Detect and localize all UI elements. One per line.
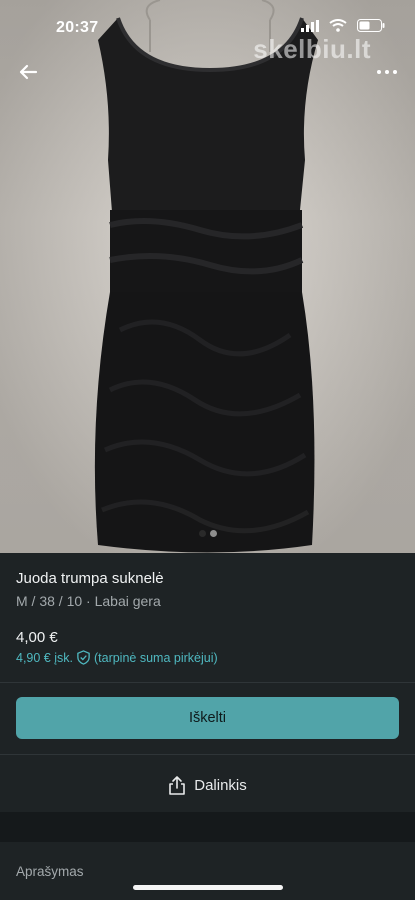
home-indicator[interactable] (133, 885, 283, 890)
listing-title: Juoda trumpa suknelė (16, 570, 164, 587)
share-label: Dalinkis (194, 776, 247, 794)
buyer-price: 4,90 € įsk. (16, 650, 73, 665)
wifi-icon (329, 19, 347, 32)
promote-button[interactable]: Iškelti (16, 697, 399, 739)
buyer-price-link[interactable]: 4,90 € įsk. (tarpinė suma pirkėjui) (16, 650, 218, 665)
arrow-left-icon (19, 64, 38, 80)
status-time: 20:37 (56, 19, 99, 36)
description-heading: Aprašymas (16, 864, 84, 879)
battery-icon (357, 19, 385, 32)
back-button[interactable] (14, 58, 42, 86)
pagination-dot-active[interactable] (198, 530, 206, 537)
dress-image (94, 0, 318, 553)
pagination-dot[interactable] (209, 530, 217, 537)
product-photo[interactable] (0, 0, 415, 553)
more-dots-icon (377, 70, 397, 74)
more-options-button[interactable] (373, 58, 401, 86)
listing-price: 4,00 € (16, 629, 58, 646)
status-icons (301, 19, 385, 32)
share-button[interactable]: Dalinkis (0, 770, 415, 800)
listing-attributes: M / 38 / 10 · Labai gera (16, 593, 161, 609)
signal-icon (301, 19, 319, 32)
shield-check-icon (77, 650, 90, 665)
share-icon (169, 776, 186, 795)
watermark-logo: skelbiu.lt (253, 34, 371, 64)
gallery-pagination (0, 530, 415, 537)
divider (0, 682, 415, 683)
buyer-price-note: (tarpinė suma pirkėjui) (93, 650, 218, 665)
section-separator (0, 812, 415, 842)
divider (0, 754, 415, 755)
